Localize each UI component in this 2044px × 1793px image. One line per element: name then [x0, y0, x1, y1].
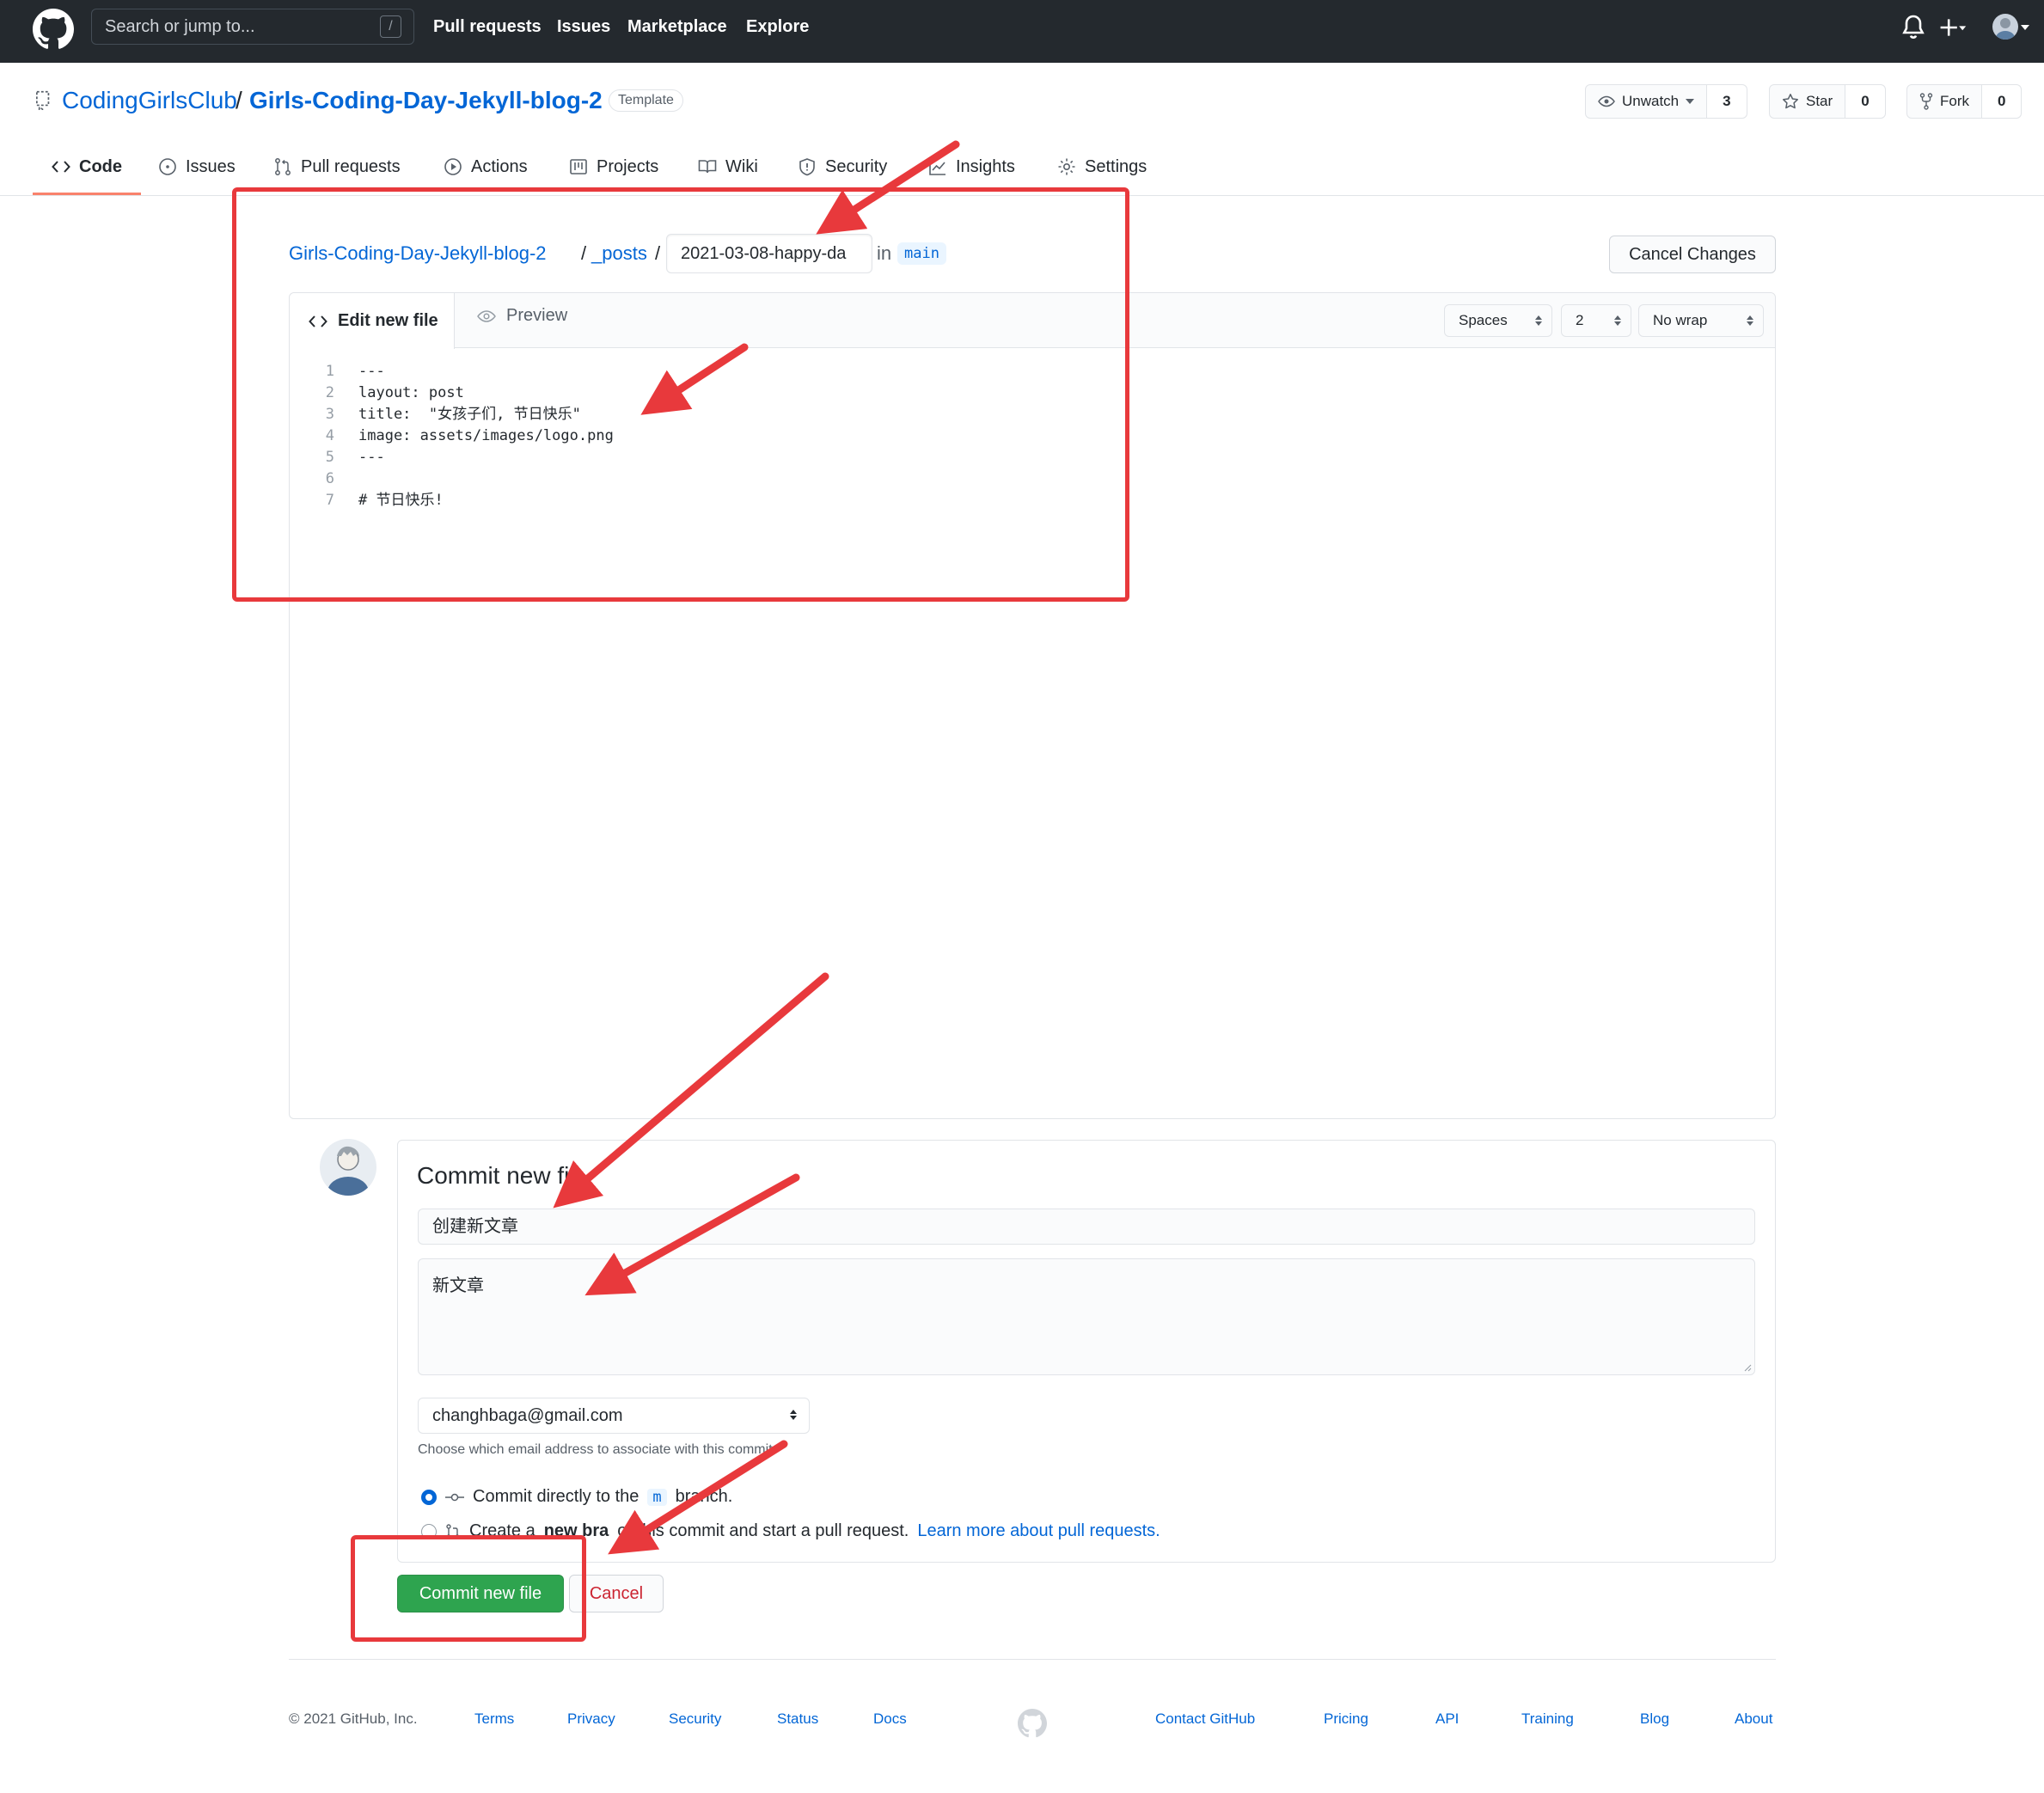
fork-button[interactable]: Fork 0 [1906, 84, 2023, 119]
tab-security-label: Security [825, 156, 888, 176]
tab-security[interactable]: Security [798, 153, 887, 181]
git-commit-icon [445, 1493, 464, 1501]
tab-pull-requests-label: Pull requests [301, 156, 401, 176]
indent-mode-value: Spaces [1459, 312, 1508, 328]
unwatch-button[interactable]: Unwatch 3 [1585, 84, 1747, 119]
annotation-highlight-commit-button [351, 1535, 586, 1642]
nav-explore[interactable]: Explore [746, 17, 809, 37]
tab-wiki-label: Wiki [725, 156, 758, 176]
tab-code[interactable]: Code [52, 153, 122, 181]
cancel-changes-button[interactable]: Cancel Changes [1609, 236, 1776, 273]
plus-dropdown-icon[interactable] [1939, 14, 1967, 41]
branch-name: m [647, 1488, 667, 1506]
footer-link-training[interactable]: Training [1521, 1710, 1574, 1728]
nav-pull-requests[interactable]: Pull requests [433, 17, 542, 37]
repo-separator: / [236, 87, 242, 113]
tab-projects[interactable]: Projects [569, 153, 658, 181]
footer-link-docs[interactable]: Docs [873, 1710, 907, 1728]
nav-issues[interactable]: Issues [557, 17, 610, 37]
commit-directly-option[interactable]: Commit directly to the m branch. [421, 1487, 732, 1507]
tab-insights[interactable]: Insights [928, 153, 1015, 181]
template-badge: Template [609, 89, 683, 112]
star-label: Star [1806, 93, 1833, 109]
wrap-mode-value: No wrap [1653, 312, 1708, 328]
commit-description-textarea[interactable]: 新文章 [418, 1258, 1755, 1375]
commit-directly-radio[interactable] [421, 1489, 437, 1505]
avatar-chevron-down-icon[interactable] [2020, 24, 2030, 31]
committer-avatar [320, 1139, 376, 1196]
footer-link-api[interactable]: API [1435, 1710, 1459, 1728]
footer-link-contact[interactable]: Contact GitHub [1155, 1710, 1255, 1728]
bell-icon[interactable] [1900, 14, 1927, 41]
footer-link-about[interactable]: About [1735, 1710, 1772, 1728]
star-icon [1783, 94, 1798, 109]
wrap-mode-select[interactable]: No wrap [1638, 304, 1764, 337]
star-button[interactable]: Star 0 [1769, 84, 1886, 119]
indent-mode-select[interactable]: Spaces [1444, 304, 1552, 337]
github-logo-icon[interactable] [33, 9, 74, 50]
graph-icon [929, 160, 946, 175]
unwatch-chevron-down-icon [1686, 99, 1695, 104]
code-icon [52, 161, 70, 173]
tab-insights-label: Insights [956, 156, 1015, 176]
tab-issues-label: Issues [186, 156, 236, 176]
repo-name-link[interactable]: Girls-Coding-Day-Jekyll-blog-2 [249, 87, 603, 114]
unwatch-label: Unwatch [1622, 93, 1680, 109]
issue-icon [159, 158, 176, 175]
indent-size-value: 2 [1576, 312, 1584, 328]
github-footer-logo-icon[interactable] [1018, 1709, 1047, 1738]
book-icon [698, 160, 717, 174]
forks-count[interactable]: 0 [1981, 85, 2022, 118]
search-placeholder: Search or jump to... [105, 17, 255, 36]
commit-email-value: changhbaga@gmail.com [432, 1406, 623, 1425]
pull-request-icon [275, 158, 291, 175]
indent-size-select[interactable]: 2 [1561, 304, 1631, 337]
footer-divider [289, 1659, 1776, 1660]
new-branch-suffix: or this commit and start a pull request. [617, 1521, 909, 1540]
play-icon [444, 158, 462, 175]
footer-copyright: © 2021 GitHub, Inc. [289, 1710, 418, 1727]
tab-projects-label: Projects [597, 156, 659, 176]
tab-code-label: Code [79, 156, 122, 176]
fork-label: Fork [1940, 93, 1969, 109]
fork-icon [1919, 93, 1933, 110]
repo-template-icon [36, 90, 50, 110]
tab-issues[interactable]: Issues [158, 153, 236, 181]
watchers-count[interactable]: 3 [1706, 85, 1747, 118]
nav-marketplace[interactable]: Marketplace [627, 17, 727, 37]
stars-count[interactable]: 0 [1845, 85, 1885, 118]
commit-directly-suffix: branch. [675, 1487, 733, 1506]
commit-directly-text: Commit directly to the [473, 1487, 640, 1506]
footer-link-status[interactable]: Status [777, 1710, 818, 1728]
project-icon [570, 159, 587, 174]
footer-link-privacy[interactable]: Privacy [567, 1710, 615, 1728]
tab-settings-label: Settings [1085, 156, 1147, 176]
commit-email-select[interactable]: changhbaga@gmail.com [418, 1398, 810, 1434]
resize-handle-icon[interactable] [1743, 1363, 1752, 1372]
select-arrows-icon [790, 1410, 797, 1420]
footer-link-pricing[interactable]: Pricing [1324, 1710, 1368, 1728]
repo-owner-link[interactable]: CodingGirlsClub [62, 87, 237, 114]
tab-settings[interactable]: Settings [1057, 153, 1147, 181]
shield-icon [799, 158, 815, 176]
annotation-highlight-editor [232, 187, 1129, 602]
gear-icon [1058, 158, 1075, 175]
user-avatar[interactable] [1992, 14, 2018, 40]
footer-link-terms[interactable]: Terms [474, 1710, 514, 1728]
select-arrows-icon [1747, 315, 1753, 326]
select-arrows-icon [1535, 315, 1542, 326]
search-shortcut-key: / [380, 15, 401, 38]
tab-actions[interactable]: Actions [444, 153, 528, 181]
tab-pull-requests[interactable]: Pull requests [273, 153, 401, 181]
commit-email-hint: Choose which email address to associate … [418, 1442, 773, 1457]
commit-form-title: Commit new fil [417, 1162, 575, 1189]
eye-icon [1598, 95, 1615, 107]
footer-link-blog[interactable]: Blog [1640, 1710, 1669, 1728]
commit-message-input[interactable]: 创建新文章 [418, 1209, 1755, 1245]
tab-wiki[interactable]: Wiki [698, 153, 758, 181]
select-arrows-icon [1614, 315, 1621, 326]
learn-more-link[interactable]: Learn more about pull requests. [917, 1521, 1160, 1541]
footer-link-security[interactable]: Security [669, 1710, 721, 1728]
tab-actions-label: Actions [471, 156, 528, 176]
